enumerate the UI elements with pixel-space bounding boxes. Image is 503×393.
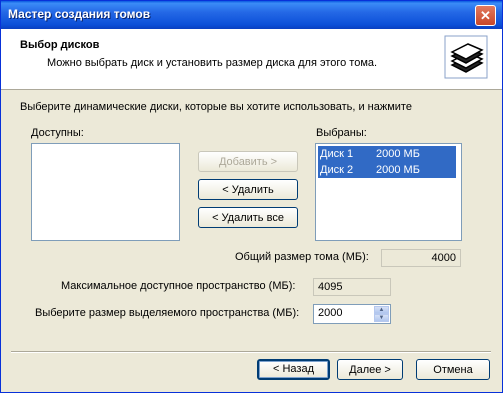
- total-size-field: 4000: [381, 249, 461, 267]
- next-button[interactable]: Далее >: [337, 359, 403, 380]
- page-title: Выбор дисков: [20, 39, 100, 51]
- max-space-label: Максимальное доступное пространство (МБ)…: [61, 280, 296, 292]
- available-label: Доступны:: [31, 127, 84, 139]
- remove-button[interactable]: < Удалить: [198, 179, 298, 200]
- selected-list[interactable]: Диск 1 2000 МБ Диск 2 2000 МБ: [315, 143, 462, 241]
- disk-name: Диск 2: [320, 164, 354, 176]
- available-list[interactable]: [31, 143, 180, 241]
- remove-all-button[interactable]: < Удалить все: [198, 207, 298, 228]
- total-size-label: Общий размер тома (МБ):: [235, 251, 369, 263]
- stacked-disks-icon: [444, 35, 488, 79]
- selected-label-text: Выбраны:: [316, 127, 367, 139]
- disk-size: 2000 МБ: [376, 164, 420, 176]
- window-title: Мастер создания томов: [8, 7, 151, 21]
- cancel-button[interactable]: Отмена: [416, 359, 490, 380]
- available-label-text: Доступны:: [31, 127, 84, 139]
- list-item[interactable]: Диск 1 2000 МБ: [318, 146, 456, 162]
- max-space-field: 4095: [313, 278, 391, 296]
- wizard-window: Мастер создания томов ✕ Выбор дисков Мож…: [0, 0, 503, 393]
- instruction-text: Выберите динамические диски, которые вы …: [20, 101, 412, 113]
- wizard-header: Выбор дисков Можно выбрать диск и устано…: [1, 29, 502, 90]
- alloc-size-stepper[interactable]: 2000 ▲ ▼: [313, 304, 391, 324]
- alloc-size-value[interactable]: 2000: [318, 307, 342, 319]
- title-bar[interactable]: Мастер создания томов ✕: [1, 1, 502, 29]
- spin-down-icon[interactable]: ▼: [374, 314, 389, 322]
- page-subtitle: Можно выбрать диск и установить размер д…: [47, 57, 378, 69]
- list-item[interactable]: Диск 2 2000 МБ: [318, 162, 456, 178]
- add-button[interactable]: Добавить >: [198, 151, 298, 172]
- alloc-size-label: Выберите размер выделяемого пространства…: [35, 307, 300, 319]
- disk-name: Диск 1: [320, 148, 354, 160]
- back-button[interactable]: < Назад: [257, 359, 330, 380]
- disk-size: 2000 МБ: [376, 148, 420, 160]
- selected-label: Выбраны:: [316, 127, 367, 139]
- footer-divider: [11, 351, 491, 353]
- spin-up-icon[interactable]: ▲: [374, 306, 389, 314]
- close-button[interactable]: ✕: [475, 5, 496, 26]
